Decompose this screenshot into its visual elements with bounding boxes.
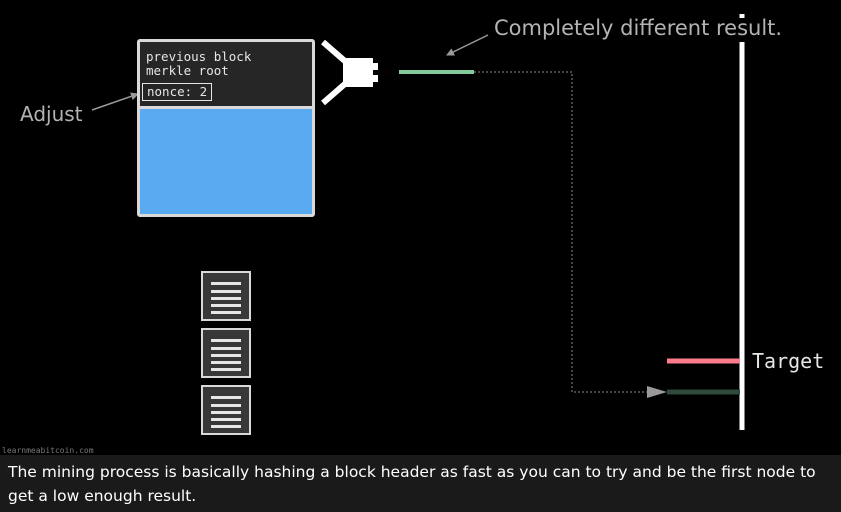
transaction-icon [201,328,251,378]
result-arrow [446,34,489,56]
watermark: learnmeabitcoin.com [2,446,94,455]
connector-arrowhead [647,386,667,398]
block-header: previous block merkle root nonce: 2 [140,42,312,109]
transaction-icon [201,385,251,435]
caption-text: The mining process is basically hashing … [8,463,816,505]
dotted-connector [474,71,665,393]
adjust-label: Adjust [20,102,83,126]
result-label: Completely different result. [494,16,783,40]
block: previous block merkle root nonce: 2 [137,39,315,217]
merkle-root-label: merkle root [146,63,229,78]
previous-block-label: previous block [146,49,252,64]
transaction-icon [201,271,251,321]
target-label: Target [752,349,825,373]
caption-bar: The mining process is basically hashing … [0,455,841,512]
nonce-field: nonce: 2 [142,83,213,101]
adjust-arrow [91,92,139,111]
hash-function-icon [321,39,378,106]
diagram-canvas [91,14,745,430]
